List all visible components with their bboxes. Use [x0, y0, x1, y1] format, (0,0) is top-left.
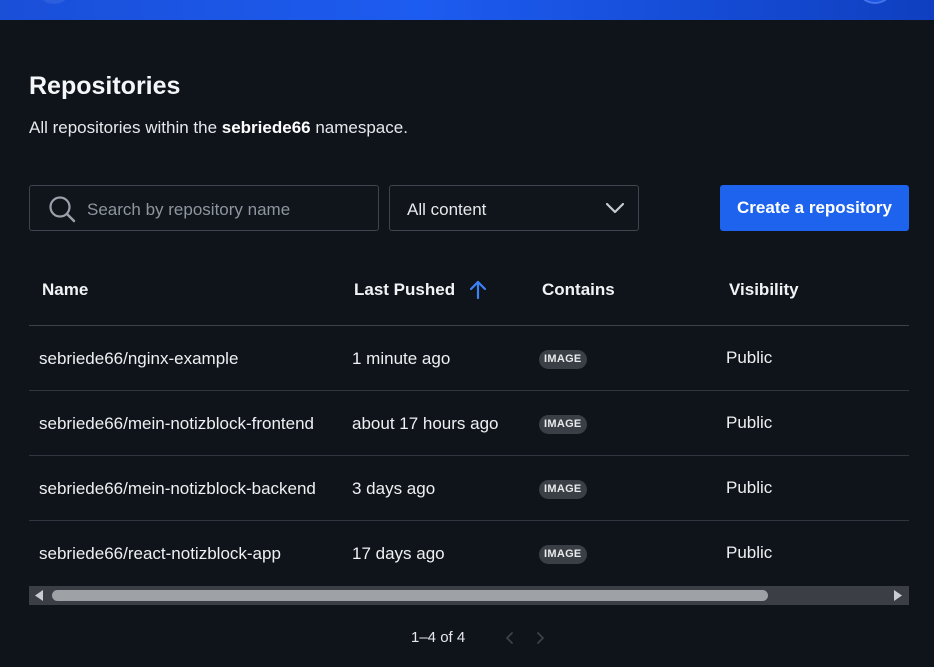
content-type-badge: IMAGE [539, 480, 587, 499]
content-type-badge: IMAGE [539, 545, 587, 564]
visibility-value: Public [726, 413, 773, 432]
chevron-right-icon[interactable] [533, 630, 547, 646]
page-title: Repositories [29, 72, 181, 100]
table-row[interactable]: sebriede66/react-notizblock-app 17 days … [29, 521, 909, 586]
pagination-label: 1–4 of 4 [411, 629, 466, 646]
create-repository-button[interactable]: Create a repository [720, 185, 909, 231]
search-placeholder: Search by repository name [87, 200, 291, 219]
logo-icon[interactable] [36, 0, 72, 4]
content-type-badge: IMAGE [539, 350, 587, 369]
arrow-up-icon[interactable] [467, 278, 489, 302]
search-input[interactable]: Search by repository name [29, 185, 379, 231]
content-type-badge: IMAGE [539, 415, 587, 434]
user-avatar[interactable] [856, 0, 894, 4]
search-icon [49, 196, 76, 223]
last-pushed-value: 1 minute ago [352, 349, 451, 368]
visibility-value: Public [726, 478, 773, 497]
last-pushed-value: about 17 hours ago [352, 414, 499, 433]
repository-name-link[interactable]: sebriede66/nginx-example [39, 349, 339, 369]
scroll-right-icon[interactable] [893, 590, 903, 601]
repository-name-link[interactable]: sebriede66/react-notizblock-app [39, 544, 339, 564]
subtitle-suffix: namespace. [310, 118, 408, 137]
scroll-left-icon[interactable] [34, 590, 44, 601]
table-row[interactable]: sebriede66/nginx-example 1 minute ago IM… [29, 326, 909, 391]
content-filter-select[interactable]: All content [389, 185, 639, 231]
table-row[interactable]: sebriede66/mein-notizblock-frontend abou… [29, 391, 909, 456]
scrollbar-thumb[interactable] [52, 590, 768, 601]
repository-name-link[interactable]: sebriede66/mein-notizblock-backend [39, 479, 339, 499]
column-header-visibility[interactable]: Visibility [729, 280, 799, 300]
namespace-name: sebriede66 [221, 118, 311, 137]
last-pushed-value: 17 days ago [352, 544, 445, 563]
column-header-name[interactable]: Name [42, 280, 88, 300]
chevron-down-icon [605, 202, 625, 214]
horizontal-scrollbar[interactable] [29, 586, 909, 605]
table-row[interactable]: sebriede66/mein-notizblock-backend 3 day… [29, 456, 909, 521]
column-header-contains[interactable]: Contains [542, 280, 615, 300]
visibility-value: Public [726, 348, 773, 367]
top-navigation-bar [0, 0, 934, 20]
last-pushed-value: 3 days ago [352, 479, 436, 498]
column-header-last-pushed[interactable]: Last Pushed [354, 280, 455, 300]
page-subtitle: All repositories within the sebriede66 n… [29, 118, 408, 138]
content-filter-value: All content [407, 200, 487, 219]
visibility-value: Public [726, 543, 773, 562]
subtitle-prefix: All repositories within the [29, 118, 222, 137]
repository-name-link[interactable]: sebriede66/mein-notizblock-frontend [39, 414, 339, 434]
chevron-left-icon[interactable] [503, 630, 517, 646]
